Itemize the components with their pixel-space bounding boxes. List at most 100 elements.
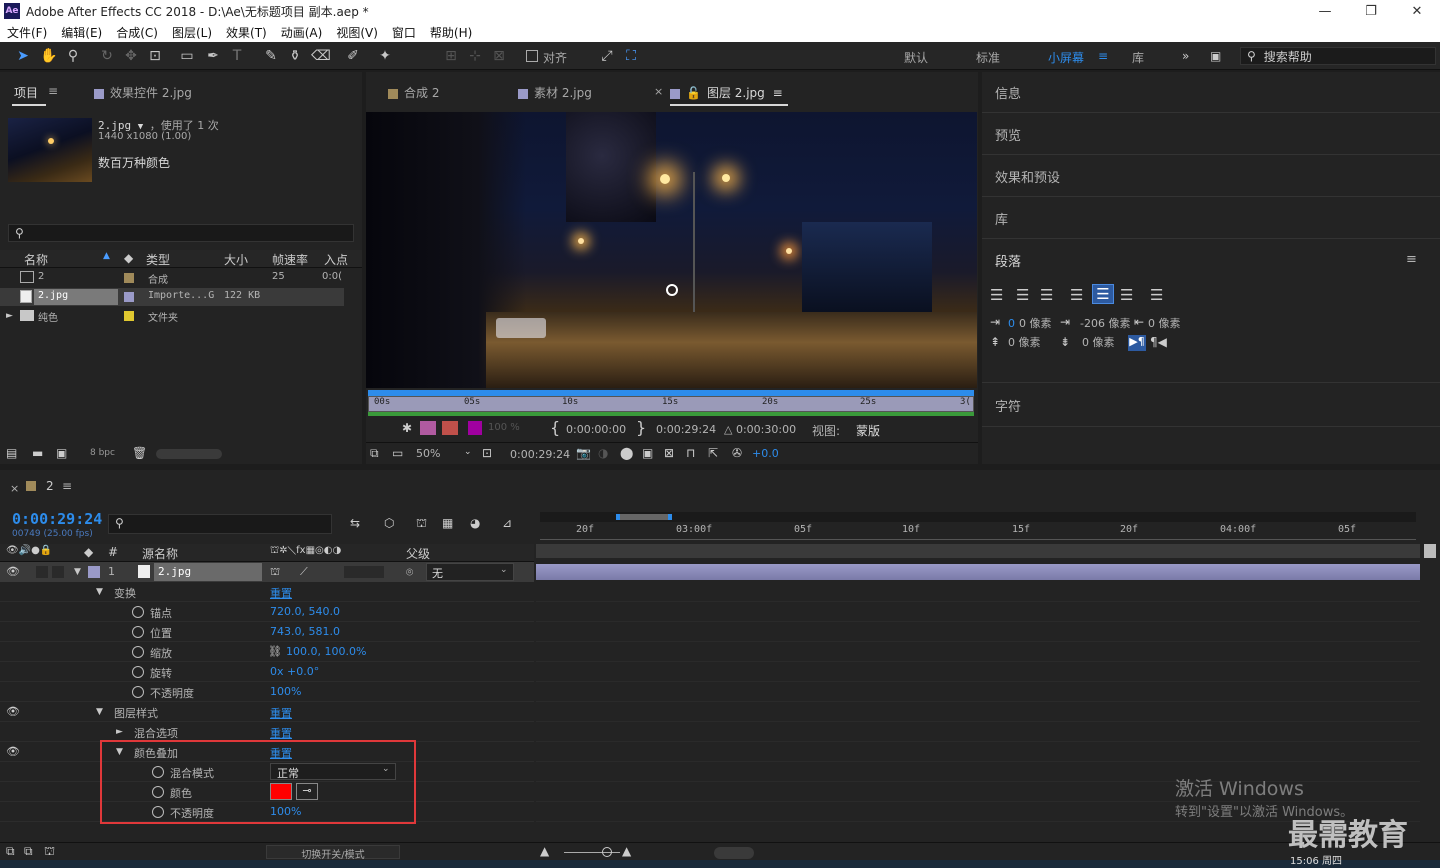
property-track[interactable] [536,622,1420,642]
work-area-track[interactable] [536,544,1420,558]
exposure-icon[interactable]: ✇ [732,446,742,460]
workspace-library[interactable]: 库 [1132,49,1144,66]
justify-last-center-icon[interactable]: ☰ [1092,284,1114,304]
character-panel-header[interactable]: 字符 [995,396,1021,415]
menu-animation[interactable]: 动画(A) [274,24,330,41]
property-track[interactable] [536,662,1420,682]
new-composition-icon[interactable]: ▣ [56,446,67,460]
snapshot-icon[interactable]: 📷 [576,446,591,460]
layer-row[interactable]: 👁 ▼ 1 2.jpg ⛫ ⟋ ⌾ 无 ⌄ [0,562,534,582]
view-axis-icon[interactable]: ⊠ [490,47,508,65]
twirl-icon[interactable]: ► [116,727,123,737]
timeline-current-time[interactable]: 0:00:29:24 [12,510,102,528]
zoom-dropdown[interactable]: 50% [416,447,440,460]
pen-tool-icon[interactable]: ✒ [204,47,222,65]
trash-icon[interactable]: 🗑 [132,446,147,460]
indent-right-value[interactable]: 0 像素 [1148,315,1181,331]
region-of-interest-icon[interactable]: ⊡ [482,446,492,460]
property-row[interactable]: 锚点 720.0, 540.0 [0,602,534,622]
justify-all-icon[interactable]: ☰ [1150,286,1163,304]
timeline-tab-comp[interactable]: 2 [46,479,54,493]
draft-3d-icon[interactable]: ⬡ [384,516,394,530]
layer-duration-bar[interactable] [536,564,1420,580]
minimize-button[interactable]: — [1302,0,1348,22]
timeline-search-input[interactable]: ⚲ [108,514,332,534]
bit-depth-button[interactable]: 8 bpc [90,448,115,458]
motion-blur-icon[interactable]: ◕ [470,516,480,530]
workspace-small-screen[interactable]: 小屏幕 [1048,49,1084,66]
shy-layers-icon[interactable]: ⛫ [416,516,427,532]
frame-blending-icon[interactable]: ▦ [442,516,453,530]
info-panel-header[interactable]: 信息 [995,83,1021,102]
close-tab-icon[interactable]: × [654,85,663,98]
indent-first-line-value[interactable]: -206 像素 [1080,315,1130,331]
horizontal-scrollbar[interactable] [156,449,222,459]
property-value[interactable]: 重置 [270,705,292,721]
menu-window[interactable]: 窗口 [385,24,423,41]
view-dropdown[interactable]: 蒙版 [856,422,880,439]
camera-tool-icon[interactable]: ✥ [122,47,140,65]
property-track[interactable] [536,722,1420,742]
toggle-icon-red[interactable] [442,421,458,435]
zoom-in-icon[interactable]: ▲ [622,844,631,858]
layer-name[interactable]: 2.jpg [158,565,191,578]
snap-options-icon[interactable]: ⤢ [598,47,616,65]
property-row[interactable]: 不透明度 100% [0,682,534,702]
label-color-swatch[interactable] [88,566,100,578]
workspace-menu-icon[interactable]: ≡ [1098,49,1108,63]
toggle-switches-modes-button[interactable]: 切换开关/模式 [266,845,400,861]
close-button[interactable]: ✕ [1394,0,1440,22]
opacity-value[interactable]: 100 % [488,422,520,433]
snap-target-icon[interactable]: ⛶ [622,47,640,65]
time-indicator-head[interactable] [1424,544,1436,558]
property-track[interactable] [536,742,1420,762]
more-workspaces-icon[interactable]: » [1182,49,1189,63]
workspace-standard[interactable]: 标准 [976,49,1000,66]
property-value[interactable]: 100.0, 100.0% [286,645,366,658]
rotate-tool-icon[interactable]: ↻ [98,47,116,65]
sync-settings-icon[interactable]: ▣ [1210,49,1221,63]
property-row[interactable]: 旋转 0x +0.0° [0,662,534,682]
property-value[interactable]: 100% [270,685,301,698]
table-row[interactable]: 2 合成 25 0:0( [0,269,344,287]
align-left-icon[interactable]: ☰ [990,286,1003,304]
label-column-icon[interactable]: ◆ [124,251,133,265]
justify-last-right-icon[interactable]: ☰ [1120,286,1133,304]
table-row[interactable]: 2.jpg Importe...G 122 KB [0,288,344,306]
eraser-tool-icon[interactable]: ⌫ [311,47,331,65]
effects-presets-header[interactable]: 效果和预设 [995,167,1060,186]
zoom-tool-icon[interactable]: ⚲ [64,47,82,65]
new-folder-icon[interactable]: ▬ [32,446,43,460]
property-track[interactable] [536,602,1420,622]
property-row[interactable]: 缩放 100.0, 100.0% ⛓ [0,642,534,662]
col-size[interactable]: 大小 [224,251,248,268]
label-color-swatch[interactable] [124,311,134,321]
col-in-point[interactable]: 入点 [324,251,348,268]
switch-boxes[interactable] [344,566,384,578]
property-track[interactable] [536,682,1420,702]
layer-preview-image[interactable] [366,112,977,388]
menu-view[interactable]: 视图(V) [329,24,385,41]
out-point-time[interactable]: 0:00:29:24 [656,423,716,436]
justify-last-left-icon[interactable]: ☰ [1070,286,1083,304]
property-row[interactable]: 👁 ▼ 图层样式 重置 [0,702,534,722]
in-point-time[interactable]: 0:00:00:00 [566,423,626,436]
menu-effect[interactable]: 效果(T) [219,24,274,41]
viewer-current-time[interactable]: 0:00:29:24 [510,448,570,461]
eye-icon[interactable]: 👁 [6,705,20,718]
ltr-direction-icon[interactable]: ▶¶ [1128,335,1146,351]
rectangle-tool-icon[interactable]: ▭ [178,47,196,65]
menu-file[interactable]: 文件(F) [0,24,54,41]
property-row[interactable]: 位置 743.0, 581.0 [0,622,534,642]
show-snapshot-icon[interactable]: ◑ [598,446,608,460]
close-tab-icon[interactable]: × [10,482,19,495]
libraries-header[interactable]: 库 [995,209,1008,228]
type-tool-icon[interactable]: T [228,47,246,65]
zoom-slider-handle[interactable] [602,847,612,857]
solo-toggle[interactable] [36,566,48,578]
property-value[interactable]: 重置 [270,585,292,601]
channels-icon[interactable]: ⬤ [620,446,633,460]
indent-left-value[interactable]: 00 像素 [1008,315,1052,331]
eye-icon[interactable]: 👁 [6,565,20,578]
toggle-icon-purple[interactable] [468,421,482,435]
